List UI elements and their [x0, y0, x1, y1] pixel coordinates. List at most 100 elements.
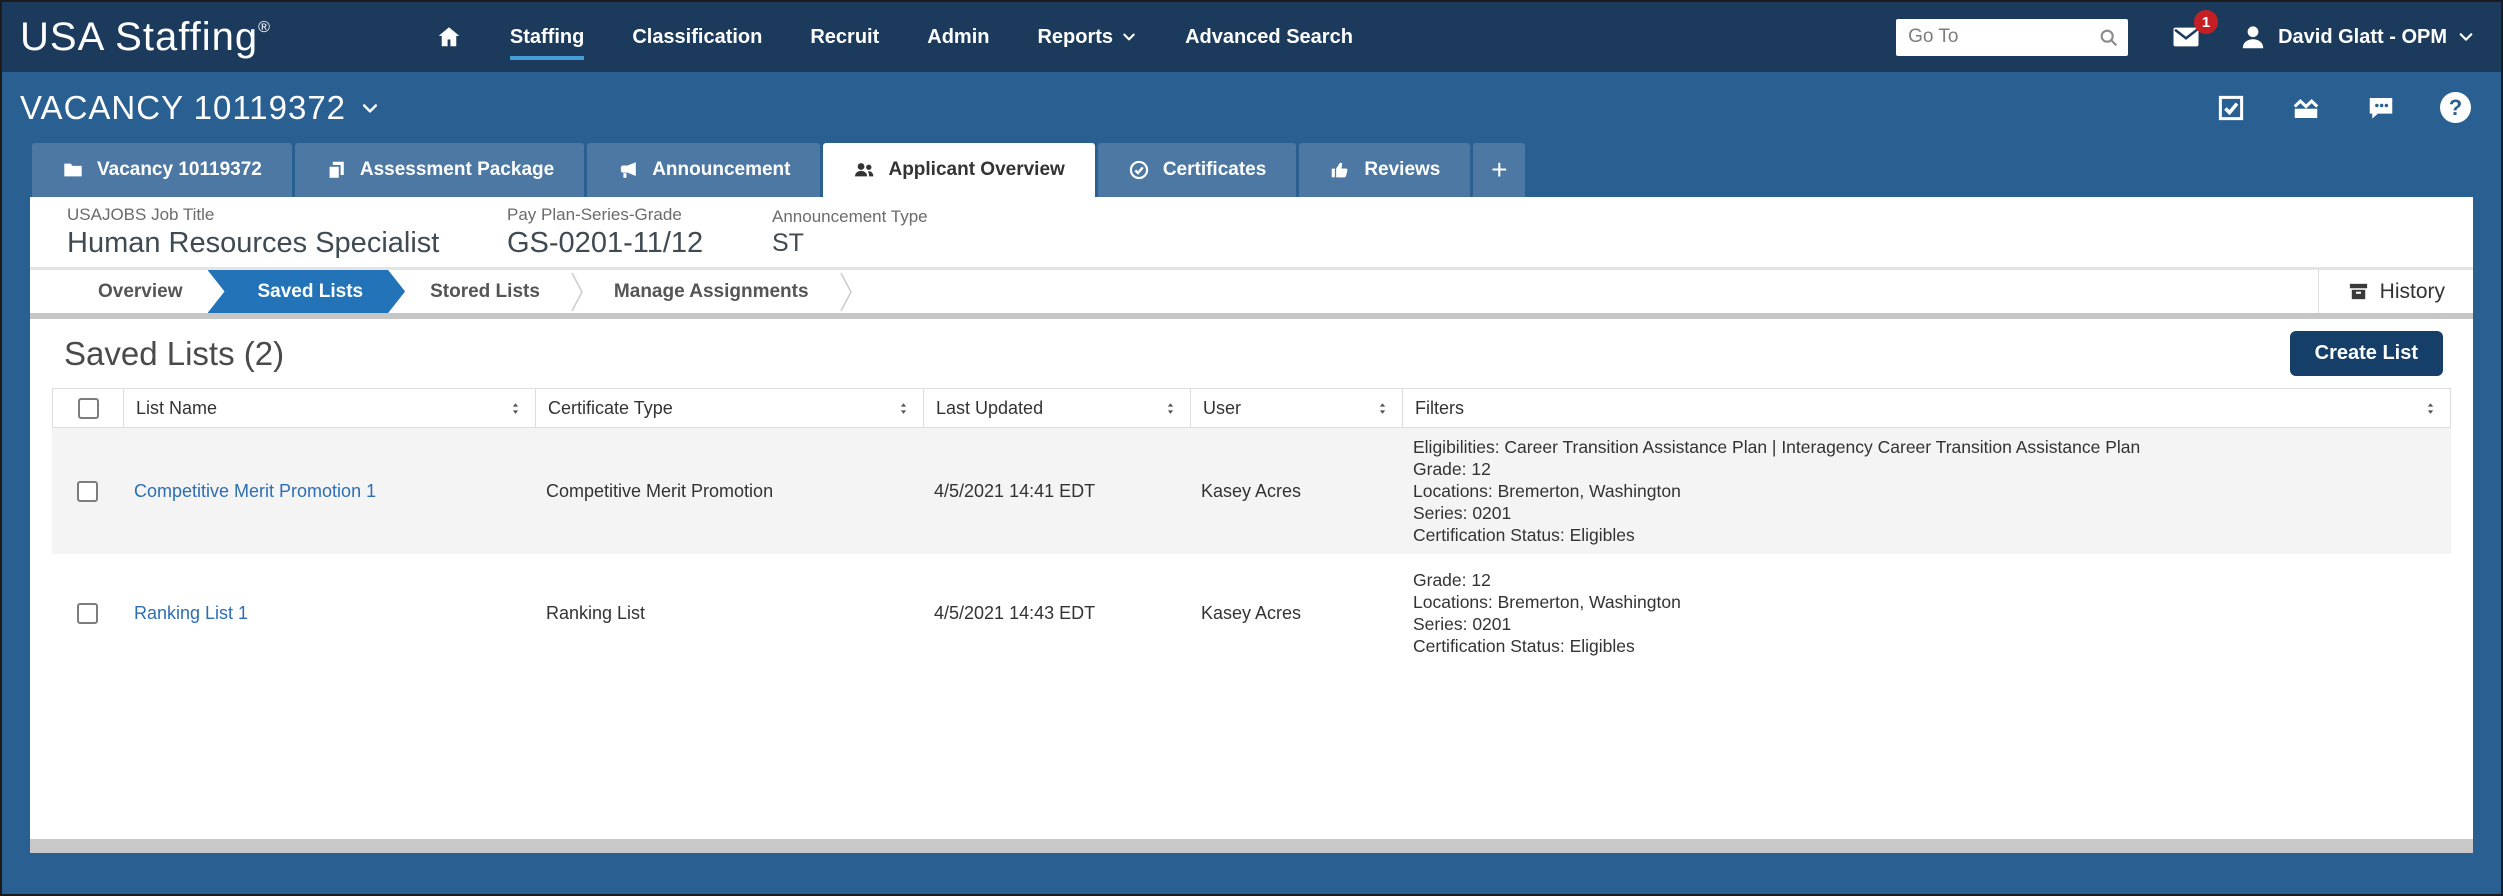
job-field-label: Pay Plan-Series-Grade — [507, 204, 682, 224]
column-header-certificate-type[interactable]: Certificate Type — [535, 389, 923, 427]
column-label: Last Updated — [936, 397, 1044, 418]
subtab-stored-lists[interactable]: Stored Lists — [400, 281, 570, 303]
tab-announcement[interactable]: Announcement — [587, 143, 821, 197]
chevron-down-icon — [2459, 33, 2473, 41]
archive-icon — [2349, 283, 2367, 300]
page-body: USAJOBS Job Title Human Resources Specia… — [2, 197, 2501, 894]
app-logo-text: USA Staffing — [20, 14, 259, 59]
subtab-manage-assignments[interactable]: Manage Assignments — [584, 281, 839, 303]
tab-label: Vacancy 10119372 — [97, 159, 262, 180]
vacancy-toolbar: ? — [2216, 92, 2471, 123]
column-header-filters[interactable]: Filters — [1402, 389, 2450, 427]
tab-applicant-overview[interactable]: Applicant Overview — [823, 143, 1095, 197]
list-name-cell: Ranking List 1 — [122, 595, 534, 632]
filter-line: Locations: Bremerton, Washington — [1413, 592, 1681, 612]
tab-vacancy[interactable]: Vacancy 10119372 — [32, 143, 292, 197]
list-name-link[interactable]: Ranking List 1 — [134, 603, 248, 623]
chevron-down-icon — [1123, 33, 1135, 41]
column-header-last-updated[interactable]: Last Updated — [923, 389, 1190, 427]
filter-line: Series: 0201 — [1413, 614, 1512, 634]
tab-label: Certificates — [1162, 159, 1267, 180]
notifications-button[interactable]: 1 — [2168, 10, 2219, 52]
filter-line: Eligibilities: Career Transition Assista… — [1413, 437, 2141, 457]
job-field-label: USAJOBS Job Title — [67, 204, 215, 224]
list-name-link[interactable]: Competitive Merit Promotion 1 — [134, 481, 376, 501]
certificate-type-cell: Ranking List — [546, 602, 646, 623]
job-field-value: GS-0201-11/12 — [507, 226, 704, 259]
sort-icon[interactable] — [508, 401, 523, 416]
subtab-saved-lists[interactable]: Saved Lists — [208, 270, 406, 313]
tab-reviews[interactable]: Reviews — [1299, 143, 1471, 197]
select-all-cell — [53, 389, 123, 427]
document-tabstrip: Vacancy 10119372 Assessment Package Anno… — [2, 143, 2501, 197]
job-field-label: Announcement Type — [772, 206, 928, 226]
create-list-button[interactable]: Create List — [2289, 331, 2443, 376]
add-tab-button[interactable]: + — [1473, 143, 1526, 197]
topnav-right: 1 David Glatt - OPM — [1896, 10, 2475, 56]
job-info-band: USAJOBS Job Title Human Resources Specia… — [30, 197, 2473, 270]
copy-icon — [327, 161, 344, 180]
registered-mark: ® — [258, 18, 271, 36]
user-menu[interactable]: David Glatt - OPM — [2238, 22, 2475, 52]
vacancy-bar: VACANCY 10119372 ? — [2, 72, 2501, 143]
tab-assessment-package[interactable]: Assessment Package — [294, 143, 585, 197]
nav-recruit[interactable]: Recruit — [810, 26, 879, 49]
top-navigation-bar: USA Staffing® Staffing Classification Re… — [2, 2, 2501, 72]
subtab-band: Overview Saved Lists Stored Lists Manage… — [30, 270, 2473, 313]
tab-label: Applicant Overview — [888, 159, 1065, 180]
nav-admin[interactable]: Admin — [927, 26, 989, 49]
sort-icon[interactable] — [896, 401, 911, 416]
last-updated-cell: 4/5/2021 14:43 EDT — [934, 602, 1096, 623]
search-icon[interactable] — [2098, 27, 2119, 48]
job-field-title: USAJOBS Job Title Human Resources Specia… — [67, 205, 507, 260]
history-label: History — [2379, 279, 2445, 303]
subtab-overview[interactable]: Overview — [68, 281, 213, 303]
app-logo: USA Staffing® — [20, 15, 271, 60]
column-header-user[interactable]: User — [1190, 389, 1402, 427]
sort-icon[interactable] — [1163, 401, 1178, 416]
filter-line: Series: 0201 — [1413, 503, 1512, 523]
user-cell: Kasey Acres — [1201, 602, 1302, 623]
vacancy-title-dropdown[interactable]: VACANCY 10119372 — [20, 89, 380, 127]
job-field-value: ST — [772, 228, 804, 257]
chat-icon[interactable] — [2366, 93, 2396, 123]
filter-line: Grade: 12 — [1413, 570, 1491, 590]
row-checkbox[interactable] — [76, 602, 98, 624]
table-row: Ranking List 1 Ranking List 4/5/2021 14:… — [52, 554, 2451, 672]
saved-lists-panel: Saved Lists (2) Create List List Name Ce… — [30, 319, 2473, 839]
column-label: Filters — [1415, 397, 1464, 418]
list-name-cell: Competitive Merit Promotion 1 — [122, 473, 534, 510]
sort-icon[interactable] — [2423, 401, 2438, 416]
job-field-announcement-type: Announcement Type ST — [772, 207, 928, 258]
nav-advanced-search[interactable]: Advanced Search — [1185, 26, 1353, 49]
table-row: Competitive Merit Promotion 1 Competitiv… — [52, 428, 2451, 554]
tasks-icon[interactable] — [2216, 93, 2246, 123]
sort-icon[interactable] — [1375, 401, 1390, 416]
help-icon[interactable]: ? — [2440, 92, 2471, 123]
tab-certificates[interactable]: Certificates — [1097, 143, 1297, 197]
column-header-list-name[interactable]: List Name — [123, 389, 535, 427]
select-all-checkbox[interactable] — [77, 397, 99, 419]
home-button[interactable] — [436, 24, 462, 50]
thumbs-up-icon — [1332, 162, 1348, 178]
certificate-check-icon — [1129, 160, 1148, 180]
history-button[interactable]: History — [2317, 270, 2473, 313]
chevron-separator-icon — [839, 272, 852, 311]
row-checkbox[interactable] — [76, 480, 98, 502]
filters-cell: Grade: 12 Locations: Bremerton, Washingt… — [1401, 561, 2451, 665]
panel-shadow — [30, 839, 2473, 853]
last-updated-cell: 4/5/2021 14:41 EDT — [934, 480, 1096, 501]
nav-reports-label: Reports — [1037, 25, 1114, 48]
nav-reports[interactable]: Reports — [1037, 26, 1137, 49]
inbox-icon[interactable] — [2290, 93, 2322, 123]
column-label: List Name — [136, 397, 218, 418]
row-select-cell — [52, 473, 122, 510]
nav-classification[interactable]: Classification — [632, 26, 762, 49]
nav-staffing[interactable]: Staffing — [509, 26, 585, 60]
filters-cell: Eligibilities: Career Transition Assista… — [1401, 428, 2451, 554]
footer-space — [30, 853, 2473, 894]
tab-label: Reviews — [1364, 159, 1441, 180]
panel-header: Saved Lists (2) Create List — [30, 319, 2473, 384]
goto-search-input[interactable] — [1896, 18, 2129, 56]
row-select-cell — [52, 595, 122, 632]
